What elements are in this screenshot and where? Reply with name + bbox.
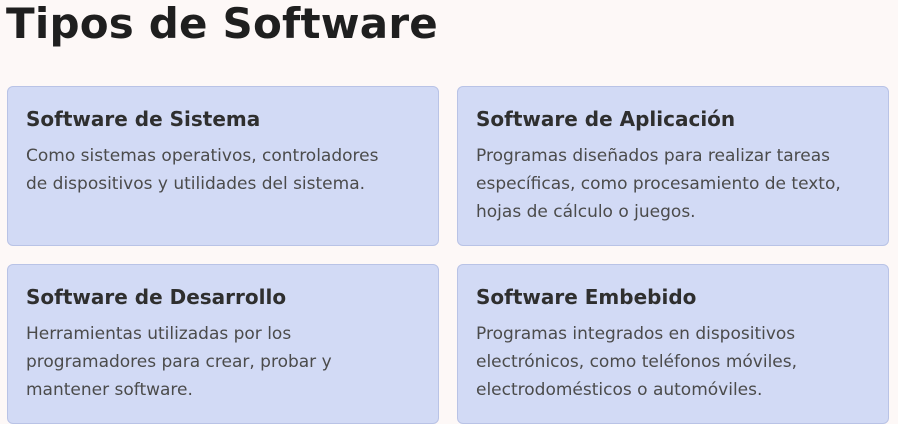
card-description-line: electrónicos, como teléfonos móviles, <box>476 352 798 372</box>
card-description-line: específicas, como procesamiento de texto… <box>476 174 841 194</box>
card-description-line: programadores para crear, probar y <box>26 352 332 372</box>
card-description-line: Programas diseñados para realizar tareas <box>476 146 831 166</box>
page-title: Tipos de Software <box>6 0 438 48</box>
card-description-line: hojas de cálculo o juegos. <box>476 202 696 222</box>
card-description-line: de dispositivos y utilidades del sistema… <box>26 174 366 194</box>
card-description: Herramientas utilizadas por los programa… <box>26 320 420 404</box>
card-description: Programas integrados en dispositivos ele… <box>476 320 870 404</box>
card-description-line: Como sistemas operativos, controladores <box>26 146 379 166</box>
card-title: Software Embebido <box>476 285 697 309</box>
card-title: Software de Desarrollo <box>26 285 287 309</box>
card-description: Programas diseñados para realizar tareas… <box>476 142 870 226</box>
card-software-de-sistema: Software de Sistema Como sistemas operat… <box>7 86 439 246</box>
card-description-line: electrodomésticos o automóviles. <box>476 380 763 400</box>
card-software-embebido: Software Embebido Programas integrados e… <box>457 264 889 424</box>
card-software-de-desarrollo: Software de Desarrollo Herramientas util… <box>7 264 439 424</box>
card-description-line: Herramientas utilizadas por los <box>26 324 292 344</box>
card-description-line: mantener software. <box>26 380 193 400</box>
card-description-line: Programas integrados en dispositivos <box>476 324 796 344</box>
card-title: Software de Sistema <box>26 107 261 131</box>
card-title: Software de Aplicación <box>476 107 736 131</box>
card-software-de-aplicacion: Software de Aplicación Programas diseñad… <box>457 86 889 246</box>
card-description: Como sistemas operativos, controladores … <box>26 142 420 198</box>
